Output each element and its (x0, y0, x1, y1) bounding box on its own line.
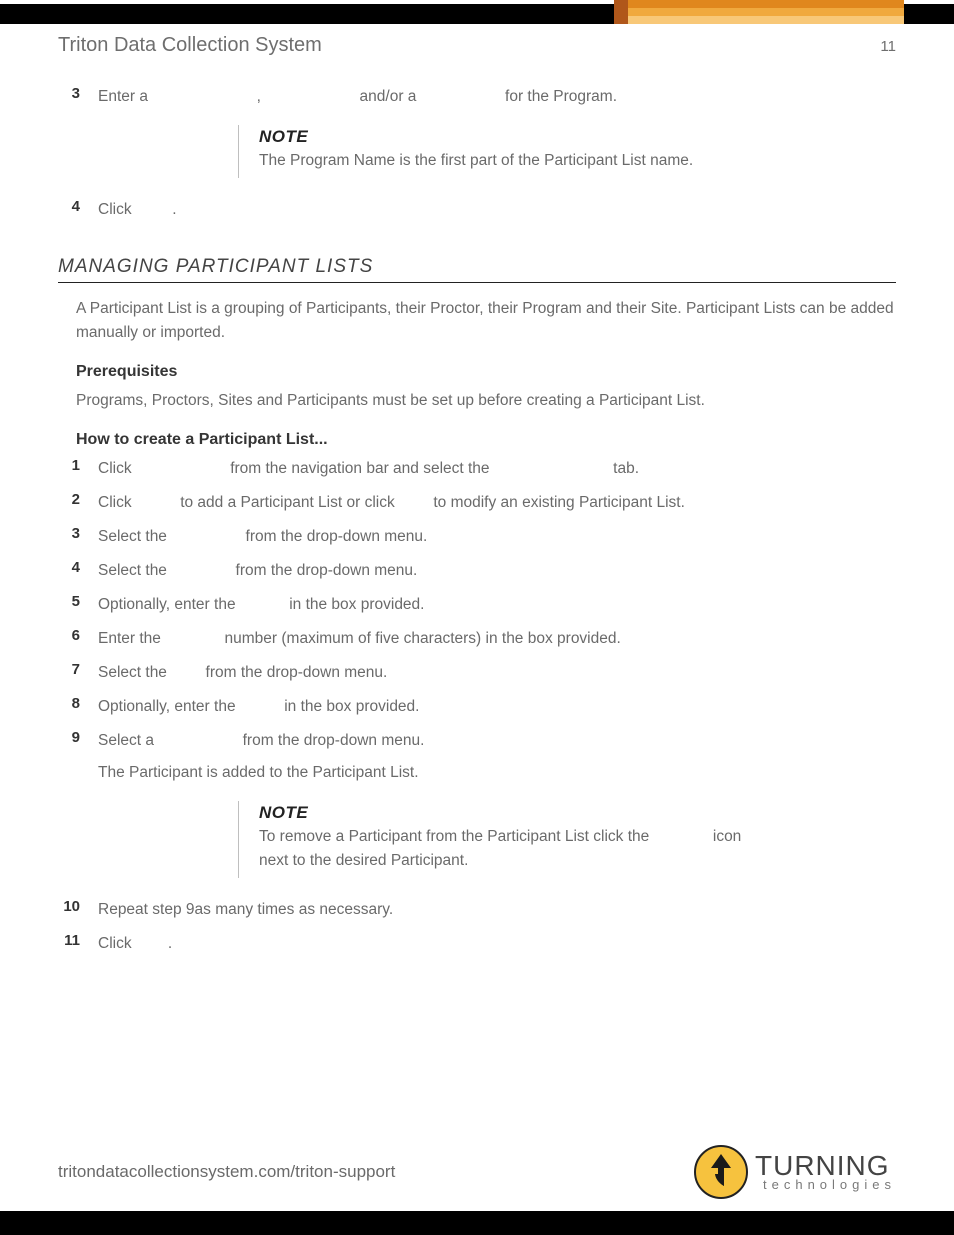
orange-stripe-decoration (614, 0, 904, 24)
howto-step-7: 7 Select the from the drop-down menu. (58, 661, 896, 685)
section-intro: A Participant List is a grouping of Part… (76, 297, 896, 345)
note-label: NOTE (259, 803, 758, 823)
logo-text-top: TURNING (755, 1153, 896, 1180)
doc-title: Triton Data Collection System (58, 34, 322, 57)
page-header: Triton Data Collection System 11 (58, 34, 896, 57)
section-heading: MANAGING PARTICIPANT LISTS (58, 256, 896, 283)
step-9-after: The Participant is added to the Particip… (98, 764, 419, 781)
step-4: 4 Click . (58, 198, 896, 222)
howto-step-1: 1 Click from the navigation bar and sele… (58, 457, 896, 481)
howto-step-6: 6 Enter the number (maximum of five char… (58, 627, 896, 651)
page-number: 11 (880, 38, 896, 55)
howto-step-5: 5 Optionally, enter the in the box provi… (58, 593, 896, 617)
logo-text-bottom: technologies (755, 1179, 896, 1191)
step-text: Enter a , and/or a for the Program. (98, 85, 896, 109)
howto-step-8: 8 Optionally, enter the in the box provi… (58, 695, 896, 719)
howto-step-4: 4 Select the from the drop-down menu. (58, 559, 896, 583)
prerequisites-text: Programs, Proctors, Sites and Participan… (76, 389, 896, 413)
howto-heading: How to create a Participant List... (76, 431, 896, 449)
footer-url: tritondatacollectionsystem.com/triton-su… (58, 1162, 395, 1182)
note-text: To remove a Participant from the Partici… (259, 825, 758, 872)
howto-step-9: 9 Select a from the drop-down menu. The … (58, 729, 896, 785)
turning-logo-icon (693, 1144, 749, 1200)
howto-step-11: 11 Click . (58, 932, 896, 956)
page-content: Triton Data Collection System 11 3 Enter… (0, 24, 954, 1211)
note-text: The Program Name is the first part of th… (259, 149, 693, 172)
prerequisites-heading: Prerequisites (76, 363, 896, 381)
turning-technologies-logo: TURNING technologies (693, 1144, 896, 1200)
howto-step-10: 10 Repeat step 9as many times as necessa… (58, 898, 896, 922)
page-footer: tritondatacollectionsystem.com/triton-su… (0, 1133, 954, 1211)
note-block-2: NOTE To remove a Participant from the Pa… (58, 801, 896, 878)
step-number: 3 (58, 85, 98, 102)
step-number: 4 (58, 198, 98, 215)
step-text: Click . (98, 198, 896, 222)
step-3: 3 Enter a , and/or a for the Program. (58, 85, 896, 109)
note-label: NOTE (259, 127, 693, 147)
howto-step-3: 3 Select the from the drop-down menu. (58, 525, 896, 549)
bottom-black-band (0, 1211, 954, 1235)
note-block: NOTE The Program Name is the first part … (58, 125, 896, 178)
howto-step-2: 2 Click to add a Participant List or cli… (58, 491, 896, 515)
